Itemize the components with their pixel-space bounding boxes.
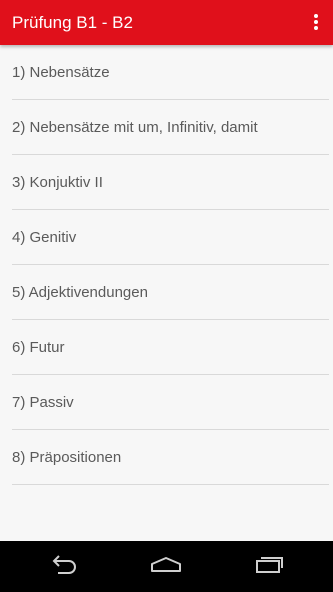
home-icon	[151, 557, 181, 572]
app-bar: Prüfung B1 - B2	[0, 0, 333, 45]
list-item-konjuktiv-ii[interactable]: 3) Konjuktiv II	[12, 155, 329, 210]
home-button[interactable]	[146, 553, 186, 581]
list-item-futur[interactable]: 6) Futur	[12, 320, 329, 375]
more-vert-icon	[314, 14, 318, 30]
list-item-praepositionen[interactable]: 8) Präpositionen	[12, 430, 329, 485]
list-item-label: 1) Nebensätze	[12, 64, 110, 81]
more-options-button[interactable]	[305, 8, 327, 36]
list-item-label: 7) Passiv	[12, 394, 74, 411]
recents-button[interactable]	[249, 553, 289, 581]
list-item-adjektivendungen[interactable]: 5) Adjektivendungen	[12, 265, 329, 320]
list-item-label: 5) Adjektivendungen	[12, 284, 148, 301]
list-item-label: 2) Nebensätze mit um, Infinitiv, damit	[12, 119, 258, 136]
topic-list: 1) Nebensätze 2) Nebensätze mit um, Infi…	[12, 45, 329, 485]
app-title: Prüfung B1 - B2	[12, 13, 133, 32]
list-item-label: 8) Präpositionen	[12, 449, 122, 466]
system-navigation-bar	[0, 541, 333, 592]
list-item-nebensaetze-um-infinitiv-damit[interactable]: 2) Nebensätze mit um, Infinitiv, damit	[12, 100, 329, 155]
list-item-genitiv[interactable]: 4) Genitiv	[12, 210, 329, 265]
back-button[interactable]	[44, 553, 84, 581]
list-item-nebensaetze[interactable]: 1) Nebensätze	[12, 45, 329, 100]
list-item-passiv[interactable]: 7) Passiv	[12, 375, 329, 430]
recents-icon	[256, 557, 283, 573]
back-icon	[52, 555, 76, 574]
list-item-label: 3) Konjuktiv II	[12, 174, 103, 191]
list-item-label: 4) Genitiv	[12, 229, 77, 246]
list-item-label: 6) Futur	[12, 339, 65, 356]
